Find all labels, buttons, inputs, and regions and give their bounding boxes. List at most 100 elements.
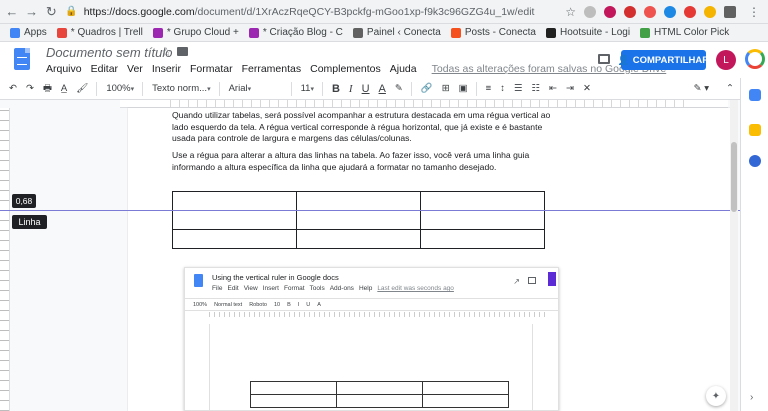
calendar-icon[interactable]	[749, 89, 761, 101]
comment-add-icon[interactable]: ⊞	[442, 83, 450, 94]
forward-icon[interactable]: →	[24, 3, 40, 21]
editing-mode-icon[interactable]: ✎ ▾	[694, 83, 709, 94]
profile-icon[interactable]	[724, 5, 737, 18]
comments-icon[interactable]	[598, 54, 610, 64]
table-cell[interactable]	[296, 229, 421, 249]
paint-format-icon[interactable]: 🖌	[76, 83, 88, 94]
browser-menu-icon[interactable]: ⋮	[748, 5, 760, 19]
increase-indent-icon[interactable]: ⇥	[566, 83, 574, 94]
ruler-value-tooltip: 0,68	[12, 194, 36, 208]
menu-item[interactable]: Editar	[91, 63, 118, 75]
expand-panel-icon[interactable]: ›	[750, 392, 753, 403]
bookmark-item[interactable]: Apps	[10, 27, 47, 38]
address-bar[interactable]: 🔒 https://docs.google.com/document/d/1Xr…	[65, 3, 565, 21]
back-icon[interactable]: ←	[4, 3, 20, 21]
extension-icon[interactable]	[644, 5, 657, 18]
paragraph[interactable]: Quando utilizar tabelas, será possível a…	[172, 110, 552, 145]
embedded-menu-item: Add-ons	[329, 285, 354, 292]
table[interactable]	[172, 191, 545, 249]
collapse-icon[interactable]: ⌃	[726, 83, 734, 94]
reload-icon[interactable]: ↻	[44, 3, 60, 21]
print-icon[interactable]: 🖶	[43, 81, 52, 97]
vertical-ruler[interactable]	[0, 108, 10, 411]
embedded-menu-item: File	[212, 285, 223, 292]
zoom-select[interactable]: 100%	[106, 83, 134, 94]
extension-icon[interactable]	[664, 5, 677, 18]
scrollbar-thumb[interactable]	[731, 142, 737, 212]
menu-item[interactable]: Inserir	[152, 63, 181, 75]
table-cell[interactable]	[420, 210, 545, 230]
share-button[interactable]: 👤 COMPARTILHAR	[618, 50, 709, 70]
favicon-icon	[640, 27, 651, 38]
menu-item[interactable]: Formatar	[190, 63, 233, 75]
bookmark-item[interactable]: HTML Color Pick	[640, 27, 729, 38]
favicon-icon	[152, 27, 163, 38]
table-cell[interactable]	[296, 210, 421, 230]
extension-icon[interactable]	[684, 5, 697, 18]
italic-button[interactable]: I	[349, 83, 353, 95]
bookmark-item[interactable]: * Quadros | Trell	[56, 27, 143, 38]
underline-button[interactable]: U	[362, 83, 370, 95]
highlight-icon[interactable]: ✎	[395, 83, 403, 94]
help-icon[interactable]	[745, 49, 765, 69]
embedded-image[interactable]: Using the vertical ruler in Google docs …	[184, 267, 559, 411]
bulleted-list-icon[interactable]: ☷	[531, 83, 540, 94]
star-icon[interactable]: ☆	[161, 45, 172, 59]
bookmark-label: * Criação Blog - C	[262, 27, 343, 38]
bookmark-item[interactable]: * Grupo Cloud +	[152, 27, 239, 38]
extension-icon[interactable]	[624, 5, 637, 18]
extension-icon[interactable]	[704, 5, 717, 18]
avatar[interactable]: L	[716, 50, 736, 70]
image-icon[interactable]: ▣	[459, 83, 468, 94]
numbered-list-icon[interactable]: ☰	[514, 83, 523, 94]
bookmark-item[interactable]: Hootsuite - Logi	[546, 27, 630, 38]
bookmark-label: Hootsuite - Logi	[560, 27, 631, 38]
redo-icon[interactable]: ↷	[26, 83, 34, 94]
table-cell[interactable]	[172, 229, 297, 249]
explore-button[interactable]: ✦	[706, 386, 726, 406]
menu-item[interactable]: Complementos	[310, 63, 381, 75]
bookmark-star-icon[interactable]: ☆	[565, 5, 576, 19]
clear-format-icon[interactable]: ✕	[583, 83, 591, 94]
embedded-toolbar-item: Roboto	[249, 301, 267, 308]
paragraph[interactable]: Use a régua para alterar a altura das li…	[172, 150, 552, 173]
table-cell[interactable]	[420, 191, 545, 211]
style-select[interactable]: Texto norm...	[152, 83, 210, 94]
horizontal-ruler[interactable]	[120, 100, 728, 108]
bold-button[interactable]: B	[332, 83, 340, 95]
document-title[interactable]: Documento sem título	[46, 45, 172, 60]
undo-icon[interactable]: ↶	[9, 83, 17, 94]
extension-icon[interactable]	[584, 5, 597, 18]
scrollbar[interactable]	[730, 100, 738, 411]
table-cell[interactable]	[296, 191, 421, 211]
menu-item[interactable]: Ajuda	[390, 63, 417, 75]
table-cell[interactable]	[172, 210, 297, 230]
tasks-icon[interactable]	[749, 155, 761, 167]
embedded-save-status: Last edit was seconds ago	[377, 285, 454, 292]
favicon-icon	[546, 27, 556, 38]
embedded-table	[250, 381, 509, 408]
docs-logo-icon[interactable]	[14, 48, 30, 70]
menu-item[interactable]: Ferramentas	[242, 63, 302, 75]
table-cell[interactable]	[172, 191, 297, 211]
menu-item[interactable]: Arquivo	[46, 63, 82, 75]
decrease-indent-icon[interactable]: ⇤	[549, 83, 557, 94]
table-row	[172, 191, 545, 211]
folder-icon[interactable]	[177, 47, 188, 56]
link-icon[interactable]: 🔗	[421, 83, 433, 94]
line-spacing-icon[interactable]: ↕	[500, 83, 505, 94]
font-size-select[interactable]: 11	[301, 83, 314, 94]
bookmark-item[interactable]: Posts - Conecta	[450, 27, 536, 38]
keep-icon[interactable]	[749, 124, 761, 136]
font-select[interactable]: Arial	[229, 83, 283, 94]
bookmark-item[interactable]: Painel ‹ Conecta	[352, 27, 441, 38]
spellcheck-icon[interactable]: A̲	[61, 83, 67, 94]
extension-icon[interactable]	[604, 5, 617, 18]
table-cell[interactable]	[420, 229, 545, 249]
align-icon[interactable]: ≡	[486, 83, 492, 94]
text-color-button[interactable]: A	[379, 83, 386, 95]
browser-toolbar: ← → ↻ 🔒 https://docs.google.com/document…	[0, 0, 768, 24]
embedded-toolbar-item: A	[317, 301, 321, 308]
menu-item[interactable]: Ver	[127, 63, 143, 75]
bookmark-item[interactable]: * Criação Blog - C	[248, 27, 343, 38]
